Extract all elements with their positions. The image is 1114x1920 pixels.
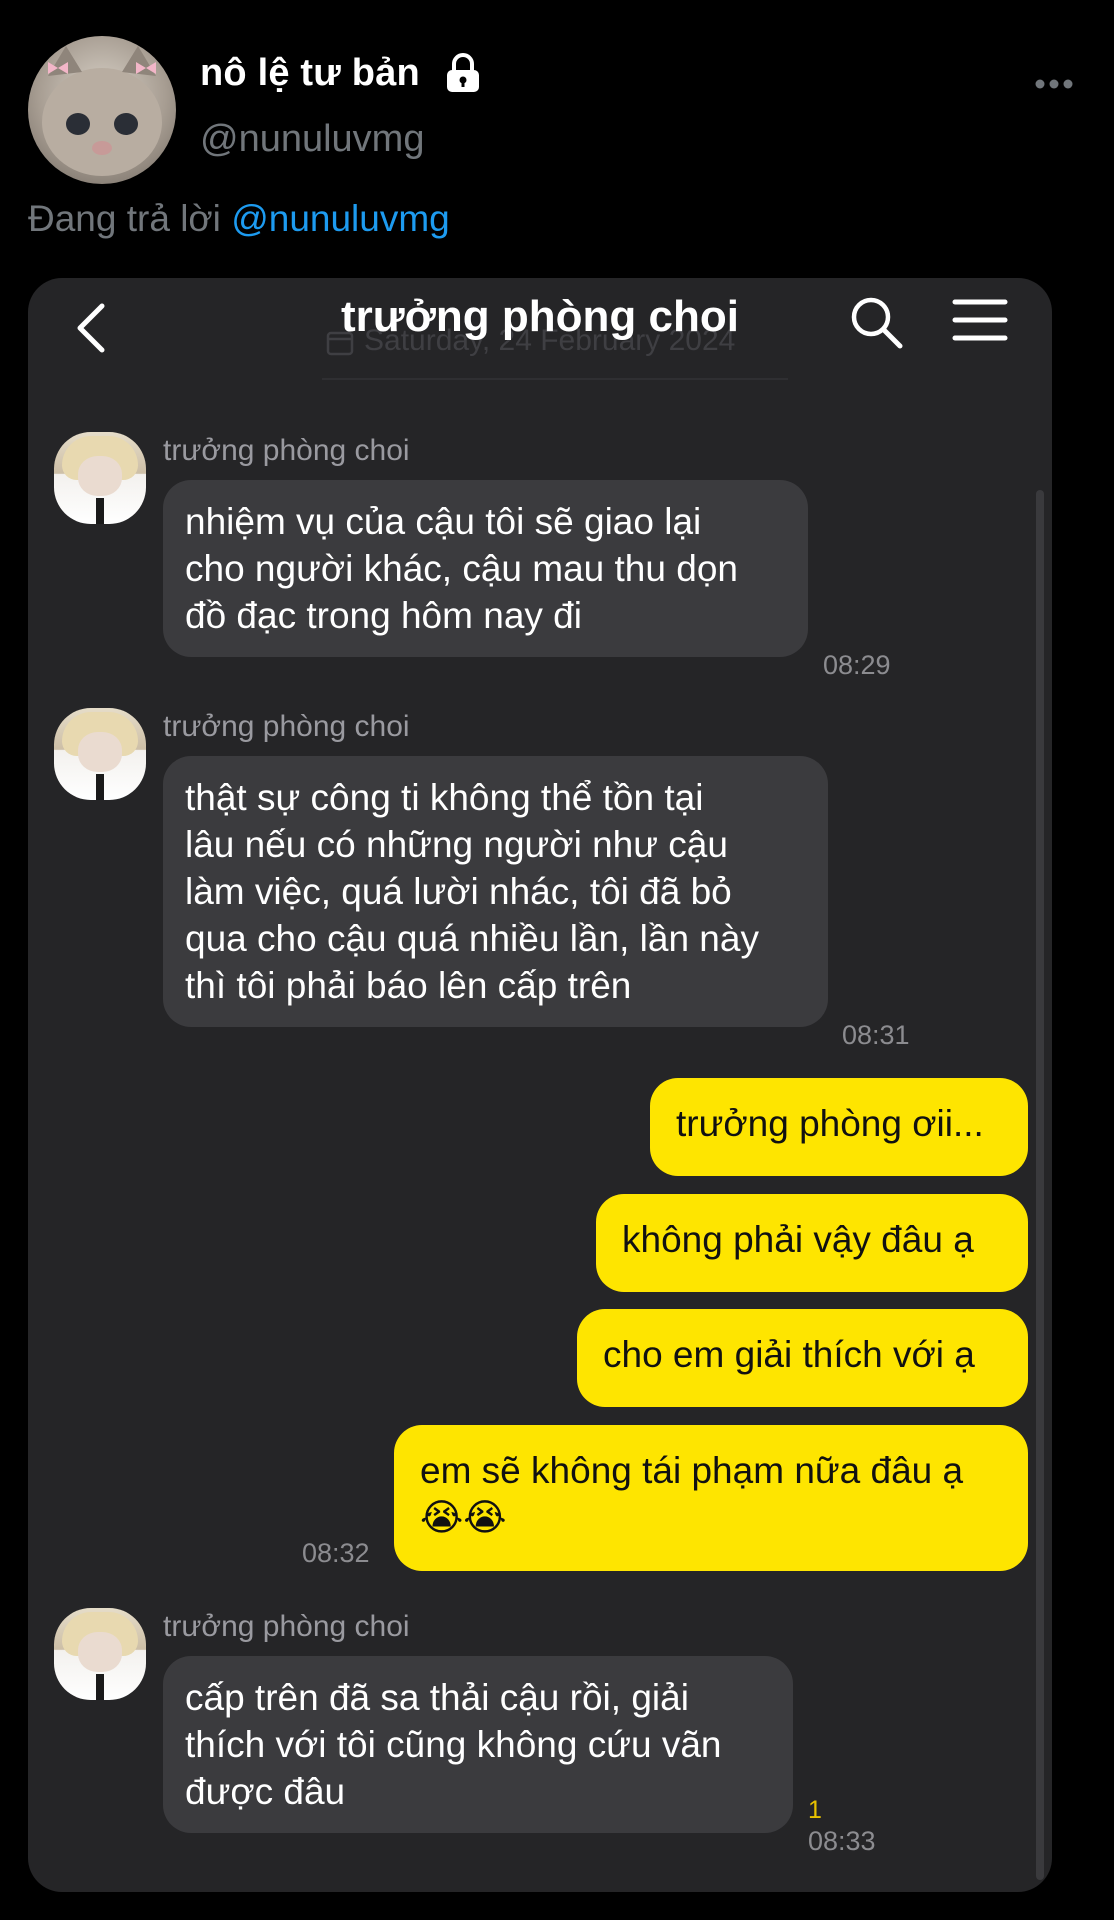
user-handle[interactable]: @nunuluvmg (200, 118, 424, 161)
replying-to: Đang trả lời @nunuluvmg (28, 198, 450, 240)
search-icon[interactable] (846, 292, 906, 352)
message-bubble-outgoing[interactable]: không phải vậy đâu ạ (596, 1194, 1028, 1292)
message-line: thích với tôi cũng không cứu vãn (185, 1724, 722, 1765)
sender-avatar[interactable] (54, 432, 146, 524)
sender-name: trưởng phòng choi (163, 710, 410, 743)
cat-avatar-image (42, 46, 162, 176)
sender-name: trưởng phòng choi (163, 1610, 410, 1643)
message-time: 08:31 (842, 1020, 910, 1050)
chat-screenshot-card[interactable]: Saturday, 24 February 2024 trưởng phòng … (28, 278, 1052, 1892)
message-line: qua cho cậu quá nhiều lần, lần này (185, 918, 759, 959)
reply-mention-link[interactable]: @nunuluvmg (231, 198, 450, 239)
message-bubble-outgoing[interactable]: em sẽ không tái phạm nữa đâu ạ 😭😭 (394, 1425, 1028, 1571)
message-line: cấp trên đã sa thải cậu rồi, giải (185, 1677, 689, 1718)
scrollbar[interactable] (1036, 490, 1044, 1880)
message-line: thật sự công ti không thể tồn tại (185, 777, 704, 818)
message-emoji: 😭😭 (420, 1497, 507, 1538)
reply-prefix: Đang trả lời (28, 198, 221, 239)
message-bubble-incoming[interactable]: nhiệm vụ của cậu tôi sẽ giao lại cho ngư… (163, 480, 808, 657)
message-line: lâu nếu có những người như cậu (185, 824, 728, 865)
message-line: đồ đạc trong hôm nay đi (185, 595, 582, 636)
more-icon[interactable] (1034, 78, 1074, 90)
message-bubble-outgoing[interactable]: trưởng phòng ơii... (650, 1078, 1028, 1176)
message-bubble-incoming[interactable]: cấp trên đã sa thải cậu rồi, giải thích … (163, 1656, 793, 1833)
sender-name: trưởng phòng choi (163, 434, 410, 467)
sender-avatar[interactable] (54, 1608, 146, 1700)
message-line: cho em giải thích với ạ (603, 1334, 975, 1375)
message-time: 08:29 (823, 650, 891, 680)
message-line: nhiệm vụ của cậu tôi sẽ giao lại (185, 501, 702, 542)
message-line: làm việc, quá lười nhác, tôi đã bỏ (185, 871, 732, 912)
menu-icon[interactable] (952, 296, 1008, 344)
message-line: trưởng phòng ơii... (676, 1103, 984, 1144)
message-time: 08:32 (302, 1538, 370, 1568)
display-name[interactable]: nô lệ tư bản (200, 52, 420, 95)
message-line: cho người khác, cậu mau thu dọn (185, 548, 738, 589)
message-line: em sẽ không tái phạm nữa đâu ạ (420, 1450, 964, 1491)
unread-count: 1 (808, 1796, 822, 1824)
lock-icon (447, 53, 479, 92)
message-line: được đâu (185, 1771, 346, 1812)
message-line: thì tôi phải báo lên cấp trên (185, 965, 632, 1006)
message-bubble-outgoing[interactable]: cho em giải thích với ạ (577, 1309, 1028, 1407)
message-bubble-incoming[interactable]: thật sự công ti không thể tồn tại lâu nế… (163, 756, 828, 1027)
sender-avatar[interactable] (54, 708, 146, 800)
message-time: 08:33 (808, 1826, 876, 1856)
profile-avatar[interactable] (28, 36, 176, 184)
date-divider (322, 378, 788, 380)
message-line: không phải vậy đâu ạ (622, 1219, 974, 1260)
